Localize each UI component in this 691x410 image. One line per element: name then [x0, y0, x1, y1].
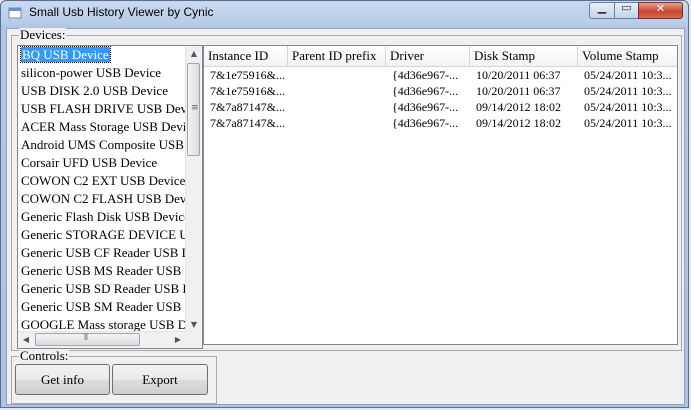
device-name: Generic USB SD Reader USB Device	[21, 281, 202, 296]
column-header-parent-id-prefix[interactable]: Parent ID prefix	[288, 46, 386, 66]
device-list-item[interactable]: USB DISK 2.0 USB Device	[18, 82, 202, 100]
device-list-item[interactable]: BQ USB Device	[18, 46, 202, 64]
table-cell: 05/24/2011 10:3...	[584, 68, 672, 82]
window-title: Small Usb History Viewer by Cynic	[29, 5, 214, 19]
column-header-driver[interactable]: Driver	[386, 46, 470, 66]
device-name: ACER Mass Storage USB Device	[21, 119, 198, 134]
table-header: Instance ID Parent ID prefix Driver Disk…	[204, 46, 677, 67]
close-button[interactable]: ✕	[638, 2, 683, 19]
table-row[interactable]: 7&7a87147&... {4d36e967-... 09/14/2012 18:…	[204, 115, 677, 131]
usb-app-icon	[8, 7, 22, 19]
table-cell: 09/14/2012 18:02	[476, 100, 562, 114]
device-list-item[interactable]: silicon-power USB Device	[18, 64, 202, 82]
device-name: USB FLASH DRIVE USB Device	[21, 101, 202, 116]
table-cell: 09/14/2012 18:02	[476, 116, 562, 130]
horizontal-scroll-thumb[interactable]: ⦀	[35, 333, 140, 346]
table-cell: 10/20/2011 06:37	[476, 84, 561, 98]
table-cell	[288, 115, 386, 131]
scroll-grip-icon: ≡	[191, 103, 199, 113]
device-name: Generic USB SM Reader USB Device	[21, 299, 202, 314]
device-name: Generic STORAGE DEVICE USB Device	[21, 227, 202, 242]
scrollbar-corner	[185, 331, 202, 348]
table-cell: 10/20/2011 06:37	[476, 68, 561, 82]
table-cell: 7&7a87147&...	[210, 116, 285, 130]
minimize-button[interactable]: ▁	[589, 1, 615, 19]
close-icon: ✕	[655, 2, 666, 15]
table-row[interactable]: 7&7a87147&... {4d36e967-... 09/14/2012 18:…	[204, 99, 677, 115]
device-list-item[interactable]: Generic USB SM Reader USB Device	[18, 298, 202, 316]
maximize-button[interactable]: ▭	[614, 1, 639, 19]
table-cell: {4d36e967-...	[392, 116, 459, 130]
device-list-item[interactable]: Generic Flash Disk USB Device	[18, 208, 202, 226]
column-header-disk-stamp[interactable]: Disk Stamp	[470, 46, 578, 66]
table-cell	[288, 83, 386, 99]
device-list-item[interactable]: Generic USB SD Reader USB Device	[18, 280, 202, 298]
device-name: COWON C2 EXT USB Device	[21, 173, 186, 188]
device-list-item[interactable]: USB FLASH DRIVE USB Device	[18, 100, 202, 118]
vertical-scroll-thumb[interactable]: ≡	[187, 63, 200, 156]
device-name: COWON C2 FLASH USB Device	[21, 191, 202, 206]
table-cell: 7&1e75916&...	[210, 68, 285, 82]
devices-vertical-scrollbar[interactable]: ▲ ≡ ▼	[185, 46, 202, 333]
device-list-item[interactable]: Generic USB CF Reader USB Device	[18, 244, 202, 262]
table-cell: 05/24/2011 10:3...	[584, 84, 672, 98]
device-list-item[interactable]: Generic USB MS Reader USB Device	[18, 262, 202, 280]
table-cell: 7&1e75916&...	[210, 84, 285, 98]
devices-listbox[interactable]: BQ USB Device silicon-power USB Device USB…	[17, 45, 203, 349]
table-cell	[288, 99, 386, 115]
controls-group-label: Controls:	[19, 348, 70, 363]
device-list-item[interactable]: Generic STORAGE DEVICE USB Device	[18, 226, 202, 244]
app-window: Small Usb History Viewer by Cynic ▁ ▭ ✕ …	[0, 0, 689, 408]
client-area: Devices: BQ USB Device silicon-power USB …	[6, 28, 685, 405]
device-name: silicon-power USB Device	[21, 65, 162, 80]
table-row[interactable]: 7&1e75916&... {4d36e967-... 10/20/2011 06:…	[204, 83, 677, 99]
device-list-item[interactable]: Corsair UFD USB Device	[18, 154, 202, 172]
maximize-icon: ▭	[621, 1, 632, 14]
table-cell: 7&7a87147&...	[210, 100, 285, 114]
device-list-item[interactable]: ACER Mass Storage USB Device	[18, 118, 202, 136]
device-list-item[interactable]: COWON C2 FLASH USB Device	[18, 190, 202, 208]
device-list-item[interactable]: COWON C2 EXT USB Device	[18, 172, 202, 190]
table-cell: {4d36e967-...	[392, 68, 459, 82]
devices-group-label: Devices:	[19, 27, 67, 42]
column-header-volume-stamp[interactable]: Volume Stamp	[578, 46, 677, 66]
scroll-right-arrow-icon[interactable]: ▶	[170, 332, 186, 348]
history-table[interactable]: Instance ID Parent ID prefix Driver Disk…	[203, 45, 678, 345]
minimize-icon: ▁	[597, 1, 607, 14]
device-name: BQ USB Device	[20, 46, 111, 63]
device-name: GOOGLE Mass storage USB Device	[21, 317, 202, 332]
device-name: Generic Flash Disk USB Device	[21, 209, 190, 224]
devices-horizontal-scrollbar[interactable]: ◀ ⦀ ▶	[18, 331, 186, 348]
table-cell: 05/24/2011 10:3...	[584, 100, 672, 114]
table-cell: {4d36e967-...	[392, 100, 459, 114]
device-name: Corsair UFD USB Device	[21, 155, 158, 170]
table-row[interactable]: 7&1e75916&... {4d36e967-... 10/20/2011 06:…	[204, 67, 677, 83]
title-bar[interactable]: Small Usb History Viewer by Cynic ▁ ▭ ✕	[1, 1, 688, 25]
table-cell: 05/24/2011 10:3...	[584, 116, 672, 130]
table-cell: {4d36e967-...	[392, 84, 459, 98]
scroll-grip-icon: ⦀	[84, 333, 88, 343]
column-header-instance-id[interactable]: Instance ID	[204, 46, 288, 66]
device-name: Android UMS Composite USB Device	[21, 137, 202, 152]
scroll-up-arrow-icon[interactable]: ▲	[186, 46, 202, 62]
device-name: USB DISK 2.0 USB Device	[21, 83, 168, 98]
device-name: Generic USB CF Reader USB Device	[21, 245, 202, 260]
table-cell	[288, 67, 386, 83]
scroll-left-arrow-icon[interactable]: ◀	[18, 332, 34, 348]
get-info-button[interactable]: Get info	[15, 364, 110, 395]
device-list-item[interactable]: Android UMS Composite USB Device	[18, 136, 202, 154]
device-name: Generic USB MS Reader USB Device	[21, 263, 202, 278]
devices-list: BQ USB Device silicon-power USB Device USB…	[18, 46, 202, 334]
export-button[interactable]: Export	[112, 364, 208, 395]
